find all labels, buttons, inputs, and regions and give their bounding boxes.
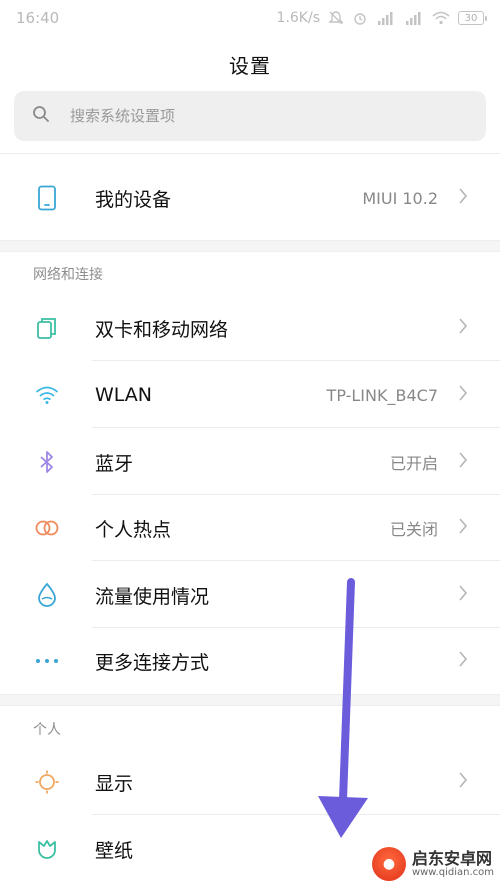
my-device-value: MIUI 10.2 xyxy=(362,188,438,208)
data-usage-row[interactable]: 流量使用情况 xyxy=(0,562,500,628)
row-divider xyxy=(92,814,500,815)
chevron-right-icon xyxy=(458,318,468,338)
search-box[interactable] xyxy=(14,91,486,141)
chevron-right-icon xyxy=(458,585,468,605)
alarm-icon xyxy=(352,10,368,26)
bluetooth-icon xyxy=(34,449,60,475)
battery-icon: 30 xyxy=(458,11,487,25)
watermark-title: 启东安卓网 xyxy=(411,848,492,868)
signal-icon-1 xyxy=(376,11,396,25)
water-drop-icon xyxy=(34,582,60,608)
section-gap xyxy=(0,240,500,252)
search-input[interactable] xyxy=(68,106,432,126)
mute-icon xyxy=(328,10,344,26)
row-label: 壁纸 xyxy=(95,839,134,862)
chevron-right-icon xyxy=(458,188,468,208)
wlan-row[interactable]: WLAN TP-LINK_B4C7 xyxy=(0,362,500,428)
page-title: 设置 xyxy=(229,54,271,78)
status-time: 16:40 xyxy=(16,9,60,27)
divider xyxy=(0,153,500,154)
signal-icon-2 xyxy=(404,11,424,25)
row-label: 双卡和移动网络 xyxy=(95,318,229,341)
row-value: TP-LINK_B4C7 xyxy=(326,385,438,405)
row-divider xyxy=(92,427,500,428)
section-gap xyxy=(0,694,500,706)
tulip-icon xyxy=(34,836,60,862)
chevron-right-icon xyxy=(458,772,468,792)
row-label: 流量使用情况 xyxy=(95,585,210,608)
watermark: ● 启东安卓网 www.qidian.com xyxy=(371,847,494,881)
status-icons: 1.6K/s 30 xyxy=(276,10,487,26)
section-header-personal: 个人 xyxy=(33,722,61,738)
row-divider xyxy=(92,560,500,561)
hotspot-row[interactable]: 个人热点 已关闭 xyxy=(0,495,500,561)
sidebar-item-dual-sim[interactable]: 双卡和移动网络 xyxy=(0,295,500,361)
hotspot-icon xyxy=(34,515,60,541)
battery-level: 30 xyxy=(464,12,478,24)
watermark-url: www.qidian.com xyxy=(411,867,494,879)
row-label: 更多连接方式 xyxy=(95,651,210,674)
row-value: 已开启 xyxy=(389,454,438,473)
my-device-row[interactable]: 我的设备 MIUI 10.2 xyxy=(0,165,500,231)
display-row[interactable]: 显示 xyxy=(0,749,500,815)
sim-card-icon xyxy=(34,315,60,341)
chevron-right-icon xyxy=(458,651,468,671)
chevron-right-icon xyxy=(458,452,468,472)
network-speed: 1.6K/s xyxy=(276,10,320,26)
section-header-network: 网络和连接 xyxy=(33,267,103,283)
row-divider xyxy=(92,360,500,361)
chevron-right-icon xyxy=(458,518,468,538)
row-label: 蓝牙 xyxy=(95,452,134,475)
more-dots-icon xyxy=(34,648,60,674)
search-icon xyxy=(32,105,50,127)
status-bar: 16:40 1.6K/s 30 xyxy=(0,0,500,36)
row-label: WLAN xyxy=(95,384,153,406)
wifi-icon xyxy=(34,382,60,408)
sun-icon xyxy=(34,769,60,795)
bluetooth-row[interactable]: 蓝牙 已开启 xyxy=(0,429,500,495)
row-label: 显示 xyxy=(95,772,134,795)
phone-icon xyxy=(34,185,60,211)
watermark-logo: ● xyxy=(371,847,406,881)
more-connections-row[interactable]: 更多连接方式 xyxy=(0,628,500,694)
chevron-right-icon xyxy=(458,385,468,405)
row-value: 已关闭 xyxy=(389,520,438,539)
row-label: 个人热点 xyxy=(95,518,172,541)
my-device-label: 我的设备 xyxy=(95,188,172,211)
wifi-status-icon xyxy=(432,11,450,25)
